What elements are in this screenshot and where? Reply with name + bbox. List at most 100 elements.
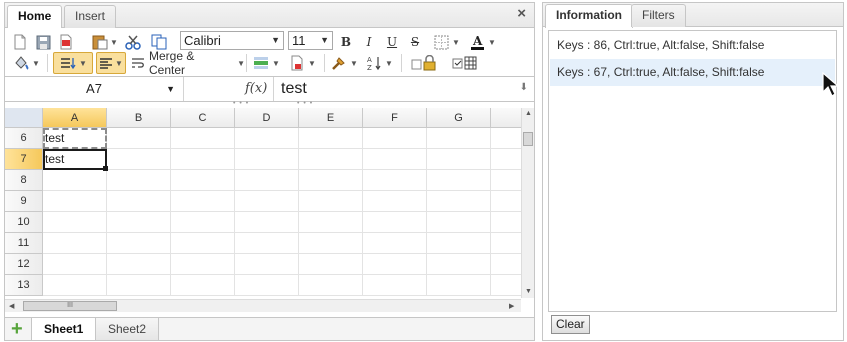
cell-g13[interactable] bbox=[427, 275, 491, 296]
cell-e10[interactable] bbox=[299, 212, 363, 233]
cell-d8[interactable] bbox=[235, 170, 299, 191]
clear-dropdown-icon[interactable]: ▼ bbox=[308, 54, 316, 72]
cell-g9[interactable] bbox=[427, 191, 491, 212]
cell-g6[interactable] bbox=[427, 128, 491, 149]
sheet-tab-sheet2[interactable]: Sheet2 bbox=[95, 318, 160, 341]
horizontal-align-button[interactable]: ▼ bbox=[96, 52, 126, 74]
cell-c12[interactable] bbox=[171, 254, 235, 275]
cell-b6[interactable] bbox=[107, 128, 171, 149]
formula-input[interactable]: test bbox=[281, 77, 307, 101]
row-header-8[interactable]: 8 bbox=[5, 170, 43, 191]
row-header-10[interactable]: 10 bbox=[5, 212, 43, 233]
row-header-6[interactable]: 6 bbox=[5, 128, 43, 149]
cell-f7[interactable] bbox=[363, 149, 427, 170]
tab-insert[interactable]: Insert bbox=[64, 5, 117, 28]
cell-e11[interactable] bbox=[299, 233, 363, 254]
row-header-9[interactable]: 9 bbox=[5, 191, 43, 212]
column-header-b[interactable]: B bbox=[107, 108, 171, 128]
add-sheet-icon[interactable]: + bbox=[11, 319, 23, 339]
font-name-select[interactable]: Calibri ▼ bbox=[180, 31, 284, 50]
cell-a11[interactable] bbox=[43, 233, 107, 254]
row-header-7[interactable]: 7 bbox=[5, 149, 43, 170]
clear-button[interactable]: Clear bbox=[551, 315, 590, 334]
cell-c13[interactable] bbox=[171, 275, 235, 296]
font-size-select[interactable]: 11 ▼ bbox=[288, 31, 333, 50]
gridlines-icon[interactable] bbox=[451, 54, 479, 72]
column-header-g[interactable]: G bbox=[427, 108, 491, 128]
wrap-text-icon[interactable] bbox=[130, 54, 146, 72]
cell-c7[interactable] bbox=[171, 149, 235, 170]
cell-f9[interactable] bbox=[363, 191, 427, 212]
cell-b8[interactable] bbox=[107, 170, 171, 191]
cell-d13[interactable] bbox=[235, 275, 299, 296]
font-color-dropdown-icon[interactable]: ▼ bbox=[488, 33, 496, 51]
cut-icon[interactable] bbox=[124, 33, 142, 51]
cell-a10[interactable] bbox=[43, 212, 107, 233]
resize-grip-icon[interactable]: • • • bbox=[233, 100, 249, 107]
cell-b12[interactable] bbox=[107, 254, 171, 275]
cell-c6[interactable] bbox=[171, 128, 235, 149]
cell-b9[interactable] bbox=[107, 191, 171, 212]
cell-partial[interactable] bbox=[491, 191, 522, 212]
fill-handle[interactable] bbox=[103, 166, 108, 171]
row-header-11[interactable]: 11 bbox=[5, 233, 43, 254]
select-all-corner[interactable] bbox=[5, 108, 43, 128]
column-header-c[interactable]: C bbox=[171, 108, 235, 128]
cell-f11[interactable] bbox=[363, 233, 427, 254]
cell-e7[interactable] bbox=[299, 149, 363, 170]
cell-d7[interactable] bbox=[235, 149, 299, 170]
fill-color-icon[interactable] bbox=[12, 54, 30, 72]
cell-c8[interactable] bbox=[171, 170, 235, 191]
insert-dropdown-icon[interactable]: ▼ bbox=[272, 54, 280, 72]
function-icon[interactable]: f(x) bbox=[245, 77, 267, 101]
cell-f10[interactable] bbox=[363, 212, 427, 233]
cell-g12[interactable] bbox=[427, 254, 491, 275]
column-header-partial[interactable] bbox=[491, 108, 522, 128]
cell-g11[interactable] bbox=[427, 233, 491, 254]
cell-d11[interactable] bbox=[235, 233, 299, 254]
cell-b11[interactable] bbox=[107, 233, 171, 254]
cell-partial[interactable] bbox=[491, 233, 522, 254]
cell-e13[interactable] bbox=[299, 275, 363, 296]
pin-icon[interactable]: ⬇ bbox=[520, 82, 528, 93]
cell-partial[interactable] bbox=[491, 275, 522, 296]
cell-d10[interactable] bbox=[235, 212, 299, 233]
format-painter-icon[interactable] bbox=[330, 54, 348, 72]
save-icon[interactable] bbox=[35, 33, 51, 51]
cell-a6[interactable]: test bbox=[43, 128, 107, 149]
italic-button[interactable]: I bbox=[361, 33, 377, 51]
scroll-down-icon[interactable]: ▼ bbox=[525, 288, 532, 295]
sort-icon[interactable]: AZ bbox=[365, 54, 383, 72]
horizontal-scrollbar[interactable]: ◀ III ▶ bbox=[5, 299, 521, 312]
cell-a7[interactable]: test bbox=[43, 149, 107, 170]
format-painter-dropdown-icon[interactable]: ▼ bbox=[350, 54, 358, 72]
close-icon[interactable]: × bbox=[517, 6, 526, 22]
cell-f6[interactable] bbox=[363, 128, 427, 149]
cell-f12[interactable] bbox=[363, 254, 427, 275]
cell-b7[interactable] bbox=[107, 149, 171, 170]
cell-d6[interactable] bbox=[235, 128, 299, 149]
column-header-d[interactable]: D bbox=[235, 108, 299, 128]
column-header-a[interactable]: A bbox=[43, 108, 107, 128]
clear-icon[interactable] bbox=[288, 54, 306, 72]
cell-g10[interactable] bbox=[427, 212, 491, 233]
bold-button[interactable]: B bbox=[338, 33, 354, 51]
cell-a12[interactable] bbox=[43, 254, 107, 275]
tab-information[interactable]: Information bbox=[545, 4, 633, 28]
cell-a9[interactable] bbox=[43, 191, 107, 212]
cell-partial[interactable] bbox=[491, 149, 522, 170]
vertical-scroll-thumb[interactable] bbox=[523, 132, 533, 146]
cell-a8[interactable] bbox=[43, 170, 107, 191]
cell-f13[interactable] bbox=[363, 275, 427, 296]
vertical-align-button[interactable]: ▼ bbox=[53, 52, 93, 74]
name-box[interactable]: A7 ▼ bbox=[5, 77, 184, 101]
insert-row-icon[interactable] bbox=[252, 54, 270, 72]
cell-partial[interactable] bbox=[491, 170, 522, 191]
cell-g8[interactable] bbox=[427, 170, 491, 191]
new-document-icon[interactable] bbox=[12, 33, 28, 51]
cell-g7[interactable] bbox=[427, 149, 491, 170]
merge-center-button[interactable]: Merge & Center ▼ bbox=[149, 49, 245, 77]
row-header-13[interactable]: 13 bbox=[5, 275, 43, 296]
resize-grip-icon[interactable]: • • • bbox=[297, 100, 313, 107]
pdf-icon[interactable] bbox=[58, 33, 74, 51]
